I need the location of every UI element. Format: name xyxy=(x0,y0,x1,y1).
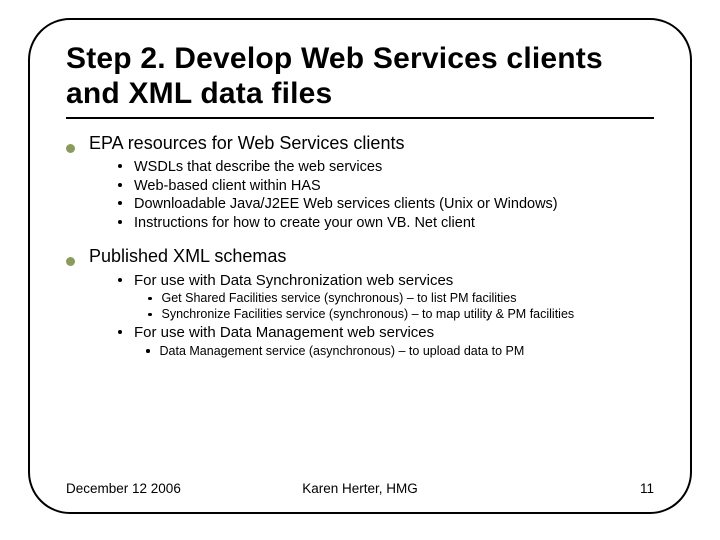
item-text: Instructions for how to create your own … xyxy=(134,214,475,233)
slide: Step 2. Develop Web Services clients and… xyxy=(0,0,720,540)
bullet-dot-icon xyxy=(118,278,122,282)
list-item: Downloadable Java/J2EE Web services clie… xyxy=(118,195,654,214)
bullet-dot-icon xyxy=(118,330,122,334)
footer-page-number: 11 xyxy=(640,481,654,496)
item-text: For use with Data Management web service… xyxy=(134,323,434,342)
item-text: Synchronize Facilities service (synchron… xyxy=(162,307,575,323)
list-item: WSDLs that describe the web services xyxy=(118,158,654,177)
bullet-dot-icon xyxy=(118,183,122,187)
slide-title: Step 2. Develop Web Services clients and… xyxy=(66,42,654,111)
bullet-list-level2: For use with Data Synchronization web se… xyxy=(66,271,654,359)
item-text: WSDLs that describe the web services xyxy=(134,158,382,177)
bullet-dot-icon xyxy=(146,349,150,353)
list-item: Web-based client within HAS xyxy=(118,177,654,196)
title-rule xyxy=(66,117,654,119)
item-text: Get Shared Facilities service (synchrono… xyxy=(162,291,517,307)
bullet-dot-icon xyxy=(148,313,152,317)
bullet-dot-icon xyxy=(118,220,122,224)
section-heading: EPA resources for Web Services clients xyxy=(89,133,404,154)
bullet-list-level2: WSDLs that describe the web services Web… xyxy=(66,158,654,232)
list-item: Synchronize Facilities service (synchron… xyxy=(148,307,654,323)
bullet-list-level3: Get Shared Facilities service (synchrono… xyxy=(118,291,654,322)
slide-frame: Step 2. Develop Web Services clients and… xyxy=(28,18,692,514)
item-text: Data Management service (asynchronous) –… xyxy=(160,343,525,359)
footer-date: December 12 2006 xyxy=(66,481,181,496)
slide-footer: December 12 2006 Karen Herter, HMG 11 xyxy=(66,481,654,496)
section-published-schemas: Published XML schemas For use with Data … xyxy=(66,246,654,359)
list-item: For use with Data Management web service… xyxy=(118,323,654,359)
bullet-list-level1: EPA resources for Web Services clients W… xyxy=(66,133,654,359)
section-heading: Published XML schemas xyxy=(89,246,286,267)
bullet-dot-icon xyxy=(118,164,122,168)
bullet-disc-icon xyxy=(66,144,75,153)
bullet-dot-icon xyxy=(118,201,122,205)
item-text: For use with Data Synchronization web se… xyxy=(134,271,453,290)
bullet-disc-icon xyxy=(66,257,75,266)
item-text: Downloadable Java/J2EE Web services clie… xyxy=(134,195,558,214)
bullet-dot-icon xyxy=(148,297,152,301)
bullet-list-level3: Data Management service (asynchronous) –… xyxy=(118,343,654,359)
item-text: Web-based client within HAS xyxy=(134,177,321,196)
list-item: Instructions for how to create your own … xyxy=(118,214,654,233)
slide-content: EPA resources for Web Services clients W… xyxy=(66,133,654,359)
section-epa-resources: EPA resources for Web Services clients W… xyxy=(66,133,654,232)
list-item: Data Management service (asynchronous) –… xyxy=(146,343,654,359)
list-item: For use with Data Synchronization web se… xyxy=(118,271,654,322)
list-item: Get Shared Facilities service (synchrono… xyxy=(148,291,654,307)
